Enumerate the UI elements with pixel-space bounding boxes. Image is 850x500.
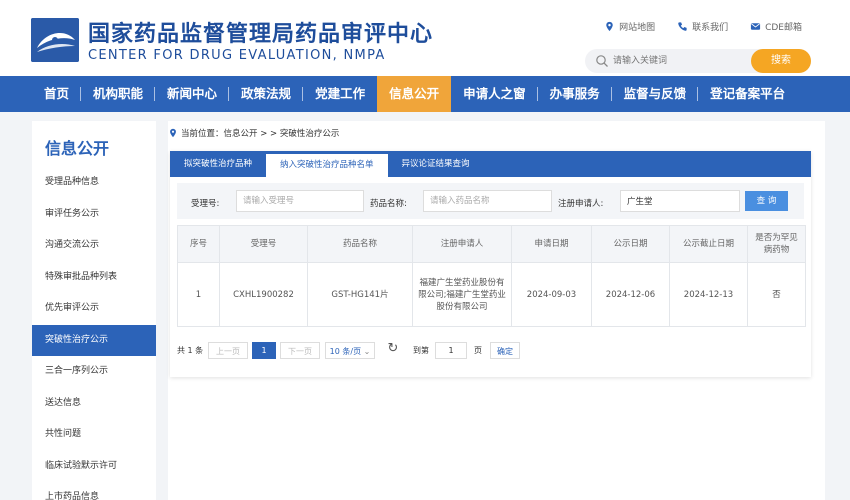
accept-no-label: 受理号:	[191, 199, 220, 209]
sidebar-item-breakthrough[interactable]: 突破性治疗公示	[32, 324, 156, 356]
cde-mail-label: CDE邮箱	[765, 23, 802, 33]
chevron-updown-icon: ⌄	[363, 347, 371, 356]
nav-item-services[interactable]: 办事服务	[538, 76, 612, 112]
sidebar-item-clinical-trial[interactable]: 临床试验默示许可	[32, 451, 156, 483]
tab-objection-results[interactable]: 异议论证结果查询	[388, 151, 484, 177]
prev-page-button[interactable]: 上一页	[208, 342, 248, 359]
cell-publish-date: 2024-12-06	[591, 262, 670, 327]
col-header-publish-deadline: 公示截止日期	[669, 225, 748, 263]
col-header-applicant: 注册申请人	[412, 225, 512, 263]
cell-apply-date: 2024-09-03	[511, 262, 592, 327]
site-title-en: CENTER FOR DRUG EVALUATION, NMPA	[88, 48, 386, 63]
nav-item-news[interactable]: 新闻中心	[155, 76, 230, 112]
sitemap-link[interactable]: 网站地图	[604, 20, 655, 33]
nav-item-applicant-window[interactable]: 申请人之窗	[451, 76, 538, 112]
sitemap-label: 网站地图	[619, 23, 656, 33]
results-table: 序号 受理号 药品名称 注册申请人 申请日期 公示日期 公示截止日期 是否为罕见…	[177, 225, 806, 327]
contact-label: 联系我们	[692, 23, 729, 33]
sidebar-item-common-issues[interactable]: 共性问题	[32, 419, 156, 451]
next-page-button[interactable]: 下一页	[280, 342, 320, 359]
sidebar-item-marketed-drugs[interactable]: 上市药品信息	[32, 482, 156, 500]
breadcrumb: 当前位置：信息公开 > > 突破性治疗公示	[168, 127, 339, 139]
accept-no-input[interactable]	[236, 190, 364, 212]
drug-name-input[interactable]	[423, 190, 552, 212]
page-size-value: 10 条/页	[329, 347, 362, 356]
applicant-label: 注册申请人:	[558, 199, 604, 209]
nav-item-info-disclosure[interactable]: 信息公开	[377, 76, 452, 112]
query-button[interactable]: 查 询	[745, 191, 788, 211]
col-header-publish-date: 公示日期	[591, 225, 670, 263]
table-header-row: 序号 受理号 药品名称 注册申请人 申请日期 公示日期 公示截止日期 是否为罕见…	[177, 225, 806, 263]
nav-item-policy[interactable]: 政策法规	[229, 76, 304, 112]
goto-label: 到第	[413, 346, 429, 355]
nav-item-functions[interactable]: 机构职能	[81, 76, 156, 112]
col-header-accept-no: 受理号	[219, 225, 308, 263]
site-search-button[interactable]: 搜索	[751, 49, 811, 73]
sidebar-item-special-approval[interactable]: 特殊审批品种列表	[32, 262, 156, 294]
goto-confirm-button[interactable]: 确定	[490, 342, 520, 359]
sidebar-item-review-tasks[interactable]: 审评任务公示	[32, 199, 156, 231]
nav-item-party[interactable]: 党建工作	[303, 76, 377, 112]
location-pin-icon	[606, 21, 613, 32]
site-title-cn: 国家药品监督管理局药品审评中心	[88, 22, 434, 47]
sidebar-item-priority-review[interactable]: 优先审评公示	[32, 293, 156, 325]
filter-bar: 受理号: 药品名称: 注册申请人: 查 询	[177, 183, 804, 219]
contact-link[interactable]: 联系我们	[677, 20, 728, 33]
page-1-button[interactable]: 1	[252, 342, 276, 359]
results-panel: 拟突破性治疗品种 纳入突破性治疗品种名单 异议论证结果查询 受理号: 药品名称:…	[170, 151, 811, 377]
col-header-apply-date: 申请日期	[511, 225, 592, 263]
site-header: 国家药品监督管理局药品审评中心 CENTER FOR DRUG EVALUATI…	[0, 0, 850, 76]
refresh-icon[interactable]: ↻	[385, 340, 401, 357]
sidebar: 信息公开 受理品种信息 审评任务公示 沟通交流公示 特殊审批品种列表 优先审评公…	[32, 121, 156, 500]
tab-proposed-breakthrough[interactable]: 拟突破性治疗品种	[170, 151, 266, 177]
sidebar-item-three-in-one[interactable]: 三合一序列公示	[32, 356, 156, 388]
cell-rare-disease: 否	[747, 262, 806, 327]
cell-accept-no: CXHL1900282	[219, 262, 308, 327]
mail-icon	[751, 23, 761, 30]
sidebar-item-communication[interactable]: 沟通交流公示	[32, 230, 156, 262]
col-header-rare-disease: 是否为罕见病药物	[747, 225, 806, 263]
cde-logo-icon[interactable]	[31, 18, 79, 62]
sidebar-title: 信息公开	[45, 139, 110, 158]
main-nav: 首页 机构职能 新闻中心 政策法规 党建工作 信息公开 申请人之窗 办事服务 监…	[0, 76, 850, 112]
goto-page-input[interactable]	[435, 342, 467, 359]
pagination: 共 1 条 上一页 1 下一页 10 条/页 ⌄ ↻ 到第 页 确定	[177, 340, 807, 360]
phone-icon	[678, 22, 687, 31]
location-pin-icon	[170, 128, 176, 138]
search-icon	[596, 55, 608, 67]
cell-publish-deadline: 2024-12-13	[669, 262, 748, 327]
tab-included-breakthrough[interactable]: 纳入突破性治疗品种名单	[266, 154, 388, 177]
nav-item-registration-platform[interactable]: 登记备案平台	[698, 76, 797, 112]
col-header-index: 序号	[177, 225, 220, 263]
main-content: 当前位置：信息公开 > > 突破性治疗公示 拟突破性治疗品种 纳入突破性治疗品种…	[168, 121, 825, 500]
cell-index: 1	[177, 262, 220, 327]
site-search-input[interactable]	[613, 52, 733, 70]
total-count: 共 1 条	[177, 346, 204, 355]
drug-name-label: 药品名称:	[370, 199, 407, 209]
page-size-select[interactable]: 10 条/页 ⌄	[325, 342, 375, 359]
tab-bar: 拟突破性治疗品种 纳入突破性治疗品种名单 异议论证结果查询	[170, 151, 811, 177]
sidebar-item-delivery[interactable]: 送达信息	[32, 388, 156, 420]
applicant-input[interactable]	[620, 190, 740, 212]
nav-item-supervision[interactable]: 监督与反馈	[612, 76, 699, 112]
page-unit-label: 页	[474, 346, 482, 355]
sidebar-item-accepted[interactable]: 受理品种信息	[32, 167, 156, 199]
col-header-drug-name: 药品名称	[307, 225, 413, 263]
breadcrumb-text: 当前位置：信息公开 > > 突破性治疗公示	[181, 129, 340, 139]
nav-item-home[interactable]: 首页	[32, 76, 82, 112]
cell-drug-name: GST-HG141片	[307, 262, 413, 327]
table-row[interactable]: 1 CXHL1900282 GST-HG141片 福建广生堂药业股份有限公司;福…	[177, 262, 806, 327]
cell-applicant: 福建广生堂药业股份有限公司;福建广生堂药业股份有限公司	[412, 262, 512, 327]
cde-mail-link[interactable]: CDE邮箱	[750, 20, 802, 33]
top-links: 网站地图 联系我们 CDE邮箱	[604, 20, 802, 33]
